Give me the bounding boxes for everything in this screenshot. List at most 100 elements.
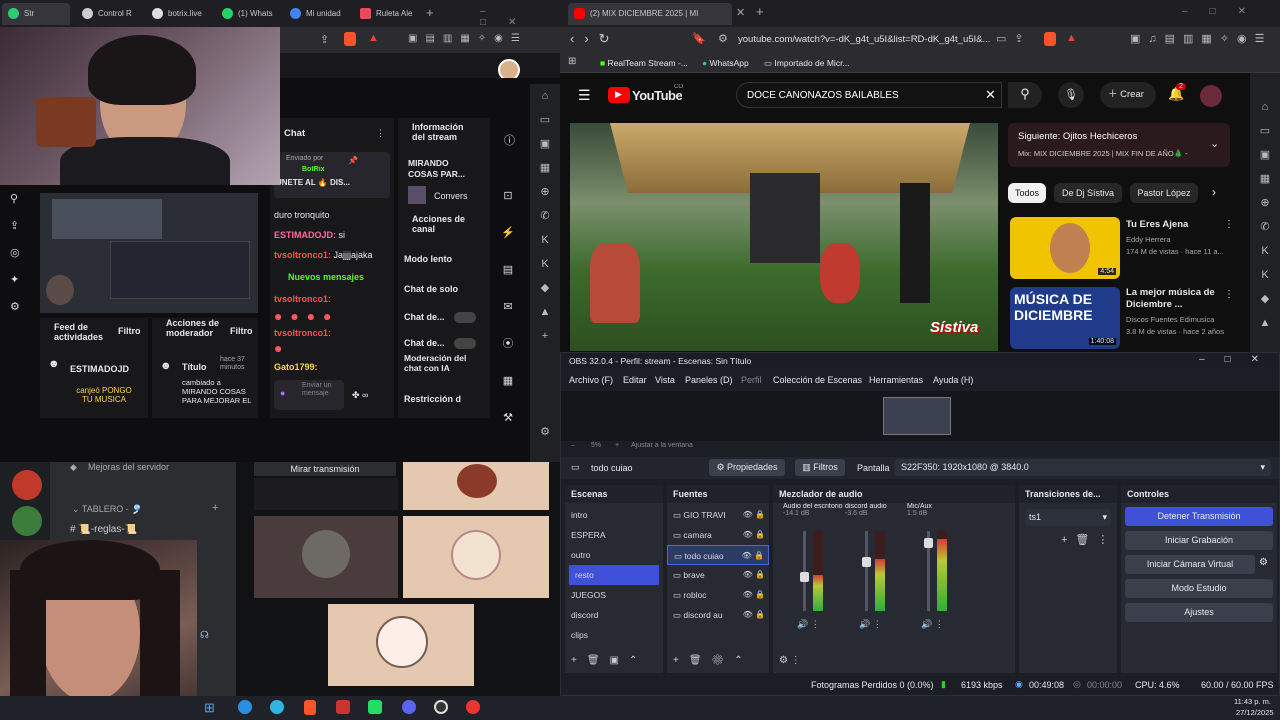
browser-sidebar[interactable]: ⌂ ▭ ▣ ▦ ⊕ ✆ K K ◆ ▲ + ⚙ [530, 84, 560, 462]
pinned-message[interactable]: Enviado por BotRix UNETE AL 🔥 DIS... 📌 [274, 152, 390, 198]
brave-icon[interactable] [304, 700, 316, 715]
preview-area[interactable] [561, 391, 1279, 441]
headset-icon[interactable]: ☊ [200, 630, 209, 641]
tab-whatsapp[interactable]: (1) Whats [216, 3, 284, 25]
filters-button[interactable]: ▥ Filtros [795, 459, 845, 476]
scene-item[interactable]: resto [569, 565, 659, 585]
next-up-panel[interactable]: Siguiente: Ojitos Hechiceros Mix: MIX DI… [1008, 123, 1230, 167]
emote-picker-icon[interactable]: ✤ ∞ [352, 390, 368, 401]
close-tab-icon[interactable]: ✕ [736, 6, 745, 19]
mixer-actions[interactable]: ⚙ ⋮ [779, 655, 801, 666]
visibility-icon[interactable]: 👁 🔒 [743, 525, 765, 545]
scene-item[interactable]: JUEGOS [565, 585, 663, 605]
app-icon[interactable] [466, 700, 480, 714]
ai-moderation-item[interactable]: Moderación del chat con IA [404, 353, 468, 373]
menu-docks[interactable]: Paneles (D) [685, 375, 733, 385]
address-actions[interactable]: ▭⇪ [996, 32, 1032, 45]
server-icon[interactable] [12, 470, 42, 500]
brave-icon[interactable] [1044, 32, 1056, 46]
server-improvements[interactable]: Mejoras del servidor [88, 462, 169, 472]
voice-tile[interactable] [328, 604, 474, 686]
add-channel-icon[interactable]: + [212, 502, 218, 514]
window-controls[interactable]: –□✕ [1182, 6, 1268, 17]
menu-file[interactable]: Archivo (F) [569, 375, 613, 385]
mic-icon[interactable]: 🎙 [1058, 82, 1084, 108]
more-icon[interactable]: ⋮ [1224, 219, 1234, 230]
video-title[interactable]: Tu Eres Ajena [1126, 219, 1226, 230]
menu-help[interactable]: Ayuda (H) [933, 375, 973, 385]
stream-title[interactable]: MIRANDO COSAS PAR... [408, 158, 478, 180]
visibility-icon[interactable]: 👁 🔒 [743, 605, 765, 625]
chevron-right-icon[interactable]: › [1212, 185, 1216, 199]
source-item[interactable]: ▭ robloc 👁 🔒 [667, 585, 769, 605]
tab-botrix[interactable]: botrix.live [146, 3, 214, 25]
nav-buttons[interactable]: ‹›↻ [570, 31, 620, 47]
avatar[interactable] [1200, 85, 1222, 107]
brave-icon[interactable] [344, 32, 356, 46]
source-item[interactable]: ▭ todo cuiao 👁 🔒 [667, 545, 769, 565]
scene-item[interactable]: intro [565, 505, 663, 525]
browser-icon[interactable] [270, 700, 284, 714]
feed-user[interactable]: ESTIMADOJD [70, 364, 129, 374]
bookmark-item[interactable]: ▭ Importado de Micr... [764, 58, 850, 69]
new-tab-button[interactable]: + [426, 5, 434, 20]
create-button[interactable]: ＋ Crear [1100, 82, 1156, 108]
app-icon[interactable] [368, 700, 382, 714]
voice-tile[interactable] [254, 516, 398, 598]
slow-mode-item[interactable]: Modo lento [404, 254, 452, 264]
start-icon[interactable]: ⊞ [204, 700, 215, 716]
tab-stream[interactable]: Str [2, 3, 70, 25]
scene-item[interactable]: ESPERA [565, 525, 663, 545]
bookmark-item[interactable]: ■ RealTeam Stream -... [600, 58, 688, 68]
channel-item[interactable]: # 📜-reglas-📜 [70, 524, 137, 535]
scene-actions[interactable]: +🗑▣⌃ [571, 655, 647, 666]
tab-drive[interactable]: Mi unidad [284, 3, 352, 25]
followers-only-item[interactable]: Chat de solo [404, 284, 458, 294]
edge-icon[interactable] [238, 700, 252, 714]
more-icon[interactable]: ⋮ [1224, 289, 1234, 300]
tab-control[interactable]: Control R [76, 3, 144, 25]
menu-scene-collection[interactable]: Colección de Escenas [773, 375, 862, 385]
browser-sidebar-right[interactable]: ⌂ ▭ ▣ ▦ ⊕ ✆ K K ◆ ▲ [1250, 73, 1280, 352]
url-field[interactable]: youtube.com/watch?v=-dK_g4t_u5I&list=RD-… [738, 34, 990, 45]
window-controls[interactable]: –□✕ [480, 6, 560, 28]
apps-icon[interactable]: ⊞ [568, 56, 576, 67]
studio-mode-button[interactable]: Modo Estudio [1125, 579, 1273, 598]
chat-input[interactable]: ● Enviar un mensaje [274, 380, 344, 410]
new-messages-divider[interactable]: Nuevos mensajes [288, 272, 364, 282]
screen-select[interactable]: S22F350: 1920x1080 @ 3840.0 ▾ [895, 459, 1271, 476]
speaker-icon[interactable]: 🔊 ⋮ [921, 619, 944, 630]
clock-time[interactable]: 11:43 p. m. [1234, 697, 1271, 706]
visibility-icon[interactable]: 👁 🔒 [743, 505, 765, 525]
start-recording-button[interactable]: Iniciar Grabación [1125, 531, 1273, 550]
discord-icon[interactable] [402, 700, 416, 714]
menu-tools[interactable]: Herramientas [869, 375, 923, 385]
bookmark-item[interactable]: ● WhatsApp [702, 58, 749, 68]
visibility-icon[interactable]: 👁 🔒 [743, 585, 765, 605]
source-actions[interactable]: +🗑⚙⌃ [673, 655, 753, 666]
volume-slider[interactable] [800, 531, 809, 611]
feed-filter-button[interactable]: Filtro [118, 326, 141, 336]
server-icon[interactable] [12, 506, 42, 536]
tab-ruleta[interactable]: Ruleta Ale [354, 3, 422, 25]
volume-slider[interactable] [924, 531, 933, 611]
stream-category[interactable]: Convers [434, 191, 468, 201]
chip[interactable]: Pastor López [1130, 183, 1198, 203]
video-title[interactable]: La mejor música de Diciembre ... [1126, 287, 1226, 311]
quick-actions-rail[interactable]: ⊡ ⚡ ▤ ✉ ⦿ ▦ ⚒ [496, 178, 520, 437]
channel-category[interactable]: ⌄ TABLERO - 🎐 [72, 504, 142, 515]
mod-filter-button[interactable]: Filtro [230, 326, 253, 336]
left-rail-icons[interactable]: ⚲ ⇪ ◎ ✦ ⚙ [10, 186, 20, 321]
stop-streaming-button[interactable]: Detener Transmisión [1125, 507, 1273, 526]
toolbar-icons[interactable]: ▣▤▥▦✧◉☰ [408, 33, 528, 44]
share-icon[interactable]: ⇪ [320, 33, 329, 46]
visibility-icon[interactable]: 👁 🔒 [742, 546, 764, 564]
tab-youtube[interactable]: (2) MIX DICIEMBRE 2025 | MI [568, 3, 732, 25]
toolbar-icons[interactable]: ▣♫▤▥▦✧◉☰ [1130, 32, 1273, 45]
rewards-icon[interactable]: ▲ [1066, 32, 1077, 44]
restriction-item[interactable]: Restricción d [404, 394, 461, 404]
chat-toggle-2[interactable]: Chat de... [404, 338, 445, 348]
window-controls[interactable]: –□✕ [1199, 354, 1279, 365]
fit-select[interactable]: Ajustar a la ventana [631, 442, 693, 449]
rewards-icon[interactable]: ▲ [368, 32, 379, 44]
